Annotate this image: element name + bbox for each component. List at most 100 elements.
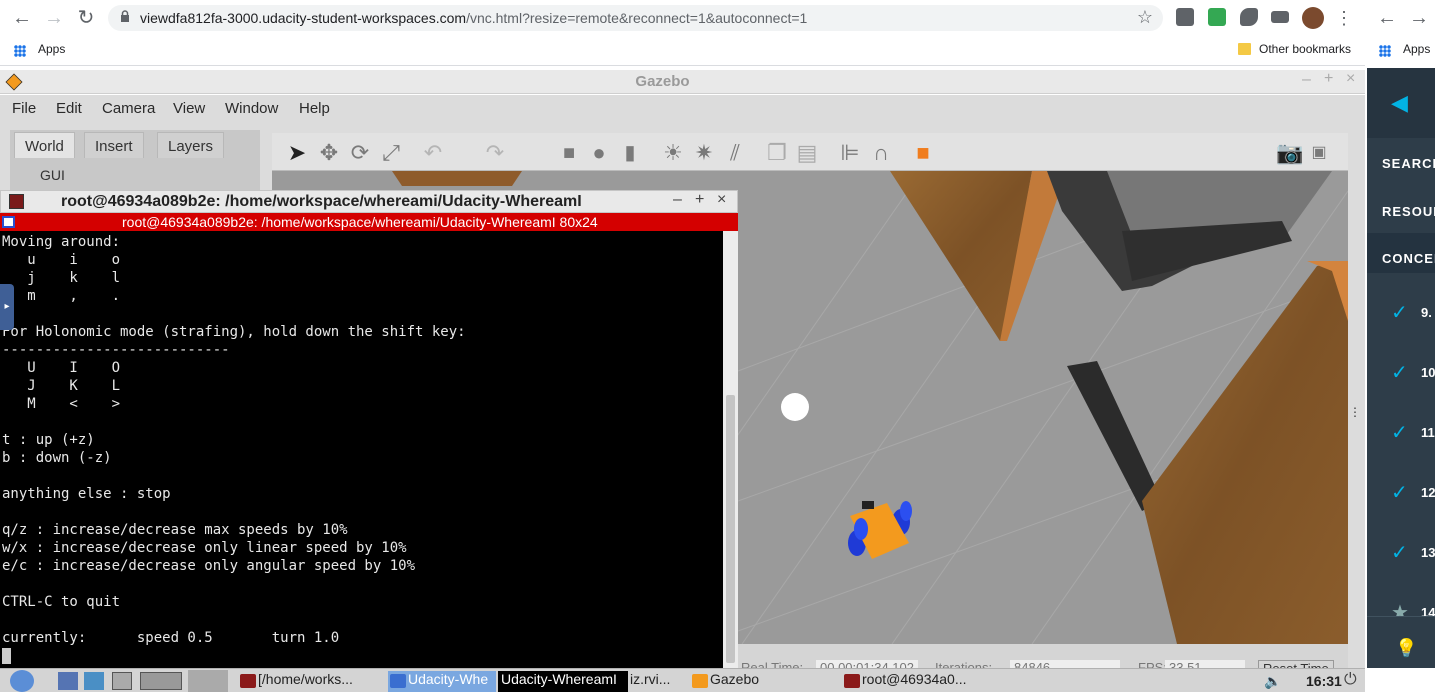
terminal-line: anything else : stop bbox=[2, 486, 171, 502]
menu-edit[interactable]: Edit bbox=[56, 100, 82, 117]
scale-icon[interactable]: ⤢ bbox=[378, 140, 404, 166]
volume-icon[interactable]: 🔈 bbox=[1264, 673, 1281, 690]
select-arrow-icon[interactable]: ➤ bbox=[284, 140, 310, 166]
close-icon[interactable]: × bbox=[1346, 70, 1355, 88]
translate-icon[interactable]: ✥ bbox=[316, 140, 342, 166]
undo-icon[interactable]: ↶ bbox=[420, 140, 446, 166]
desktop-pager[interactable] bbox=[188, 670, 228, 692]
menu-view[interactable]: View bbox=[173, 100, 205, 117]
directional-light-icon[interactable]: ⫽ bbox=[722, 140, 748, 166]
taskbar: [/home/works... Udacity-Whe Udacity-Wher… bbox=[0, 668, 1365, 692]
reload-icon[interactable]: ↻ bbox=[74, 6, 98, 30]
terminal-line: q/z : increase/decrease max speeds by 10… bbox=[2, 522, 348, 538]
qr-code-icon[interactable] bbox=[1176, 8, 1194, 26]
lightbulb-icon[interactable]: 💡 bbox=[1395, 638, 1417, 659]
terminal-scroll-thumb[interactable] bbox=[726, 395, 735, 663]
power-icon[interactable]: ⏻ bbox=[1344, 671, 1357, 689]
browser-launcher-icon[interactable] bbox=[84, 672, 104, 690]
redo-icon[interactable]: ↷ bbox=[482, 140, 508, 166]
check-icon: ✓ bbox=[1391, 482, 1408, 504]
desktop-switch-icon[interactable] bbox=[140, 672, 182, 690]
splitter-handle-icon[interactable]: ⋮ bbox=[1349, 405, 1361, 419]
snap-magnet-icon[interactable]: ∩ bbox=[868, 140, 894, 166]
kebab-menu-icon[interactable]: ⋮ bbox=[1332, 6, 1356, 30]
extension-green-icon[interactable] bbox=[1208, 8, 1226, 26]
address-bar[interactable]: viewdfa812fa-3000.udacity-student-worksp… bbox=[108, 5, 1163, 31]
bookmark-star-icon[interactable]: ☆ bbox=[1137, 7, 1153, 28]
collapse-triangle-icon[interactable]: ◀ bbox=[1391, 90, 1408, 116]
profile-avatar[interactable] bbox=[1302, 7, 1324, 29]
start-menu-icon[interactable] bbox=[10, 670, 34, 692]
lesson-item[interactable]: 10 bbox=[1421, 365, 1435, 380]
lesson-item[interactable]: 12 bbox=[1421, 485, 1435, 500]
bookmarks-bar: Apps Other bookmarks bbox=[0, 36, 1365, 66]
forward-arrow-icon[interactable]: → bbox=[42, 6, 66, 30]
terminal-text: Moving around: u i o j k l m , . For Hol… bbox=[2, 233, 466, 647]
point-light-icon[interactable]: ☀ bbox=[660, 140, 686, 166]
extensions-puzzle-icon[interactable] bbox=[1240, 8, 1258, 26]
close-icon[interactable]: × bbox=[717, 191, 726, 209]
check-icon: ✓ bbox=[1391, 362, 1408, 384]
task-active-terminal[interactable]: Udacity-WhereamI bbox=[498, 671, 628, 692]
task-terminal-1[interactable]: [/home/works... bbox=[238, 671, 353, 692]
media-queue-icon[interactable] bbox=[1271, 11, 1289, 23]
sphere-shape-icon[interactable]: ● bbox=[586, 140, 612, 166]
apps-grid-icon[interactable] bbox=[1379, 45, 1391, 57]
menu-file[interactable]: File bbox=[12, 100, 36, 117]
maximize-icon[interactable]: + bbox=[695, 191, 704, 209]
sidebar-item-search[interactable]: SEARCH bbox=[1382, 156, 1435, 171]
tab-insert[interactable]: Insert bbox=[84, 132, 144, 158]
back-arrow-icon[interactable]: ← bbox=[1375, 6, 1399, 30]
apps-grid-icon[interactable] bbox=[14, 45, 26, 57]
terminal-output[interactable]: Moving around: u i o j k l m , . For Hol… bbox=[0, 231, 738, 668]
other-bookmarks[interactable]: Other bookmarks bbox=[1259, 42, 1351, 56]
menu-camera[interactable]: Camera bbox=[102, 100, 155, 117]
maximize-icon[interactable]: + bbox=[1324, 70, 1333, 88]
menu-window[interactable]: Window bbox=[225, 100, 278, 117]
task-gazebo[interactable]: Gazebo bbox=[690, 671, 759, 692]
gazebo-toolbar: ➤ ✥ ⟳ ⤢ ↶ ↷ ■ ● ▮ ☀ ✷ ⫽ ❐ ▤ ⊫ ∩ ■ 📷 ▣ bbox=[272, 133, 1348, 171]
vnc-control-handle[interactable]: ▸ bbox=[0, 284, 14, 330]
box-shape-icon[interactable]: ■ bbox=[556, 140, 582, 166]
menu-help[interactable]: Help bbox=[299, 100, 330, 117]
minimize-icon[interactable]: – bbox=[673, 191, 682, 209]
task-terminal-2[interactable]: root@46934a0... bbox=[842, 671, 967, 692]
screenshot-camera-icon[interactable]: 📷 bbox=[1276, 140, 1303, 166]
window-icon[interactable] bbox=[112, 672, 132, 690]
lesson-item[interactable]: 13 bbox=[1421, 545, 1435, 560]
cylinder-shape-icon[interactable]: ▮ bbox=[617, 140, 643, 166]
terminal-line: U I O bbox=[2, 360, 121, 376]
lesson-item[interactable]: 11 bbox=[1421, 425, 1435, 440]
tab-world[interactable]: World bbox=[14, 132, 75, 158]
tree-item-gui[interactable]: GUI bbox=[40, 167, 65, 183]
task-rviz[interactable]: iz.rvi... bbox=[610, 671, 670, 692]
terminal-line: e/c : increase/decrease only angular spe… bbox=[2, 558, 416, 574]
apps-bookmark[interactable]: Apps bbox=[1403, 42, 1430, 56]
log-icon[interactable]: ▣ bbox=[1306, 140, 1332, 166]
sidebar-item-resources[interactable]: RESOUR bbox=[1382, 204, 1435, 219]
folder-icon bbox=[1238, 43, 1251, 55]
terminal-tab-icon bbox=[2, 216, 15, 228]
align-icon[interactable]: ⊫ bbox=[837, 140, 863, 166]
spot-light-icon[interactable]: ✷ bbox=[691, 140, 717, 166]
copy-icon[interactable]: ❐ bbox=[764, 140, 790, 166]
back-arrow-icon[interactable]: ← bbox=[10, 6, 34, 30]
rotate-icon[interactable]: ⟳ bbox=[347, 140, 373, 166]
minimize-icon[interactable]: – bbox=[1302, 71, 1311, 89]
terminal-line: currently: speed 0.5 turn 1.0 bbox=[2, 630, 340, 646]
gazebo-titlebar: Gazebo – + × bbox=[0, 70, 1365, 94]
file-manager-icon[interactable] bbox=[58, 672, 78, 690]
lesson-item[interactable]: 9. bbox=[1421, 305, 1432, 320]
url-path: /vnc.html?resize=remote&reconnect=1&auto… bbox=[466, 10, 808, 26]
paste-icon[interactable]: ▤ bbox=[794, 140, 820, 166]
change-view-icon[interactable]: ■ bbox=[910, 140, 936, 166]
window-title: Gazebo bbox=[635, 73, 690, 90]
sidebar-item-concepts[interactable]: CONCEP bbox=[1382, 251, 1435, 266]
tab-layers[interactable]: Layers bbox=[157, 132, 225, 158]
task-udacity-1[interactable]: Udacity-Whe bbox=[388, 671, 496, 692]
forward-arrow-icon[interactable]: → bbox=[1407, 6, 1431, 30]
browser-toolbar: ← → ↻ viewdfa812fa-3000.udacity-student-… bbox=[0, 0, 1365, 36]
apps-bookmark[interactable]: Apps bbox=[38, 42, 65, 56]
